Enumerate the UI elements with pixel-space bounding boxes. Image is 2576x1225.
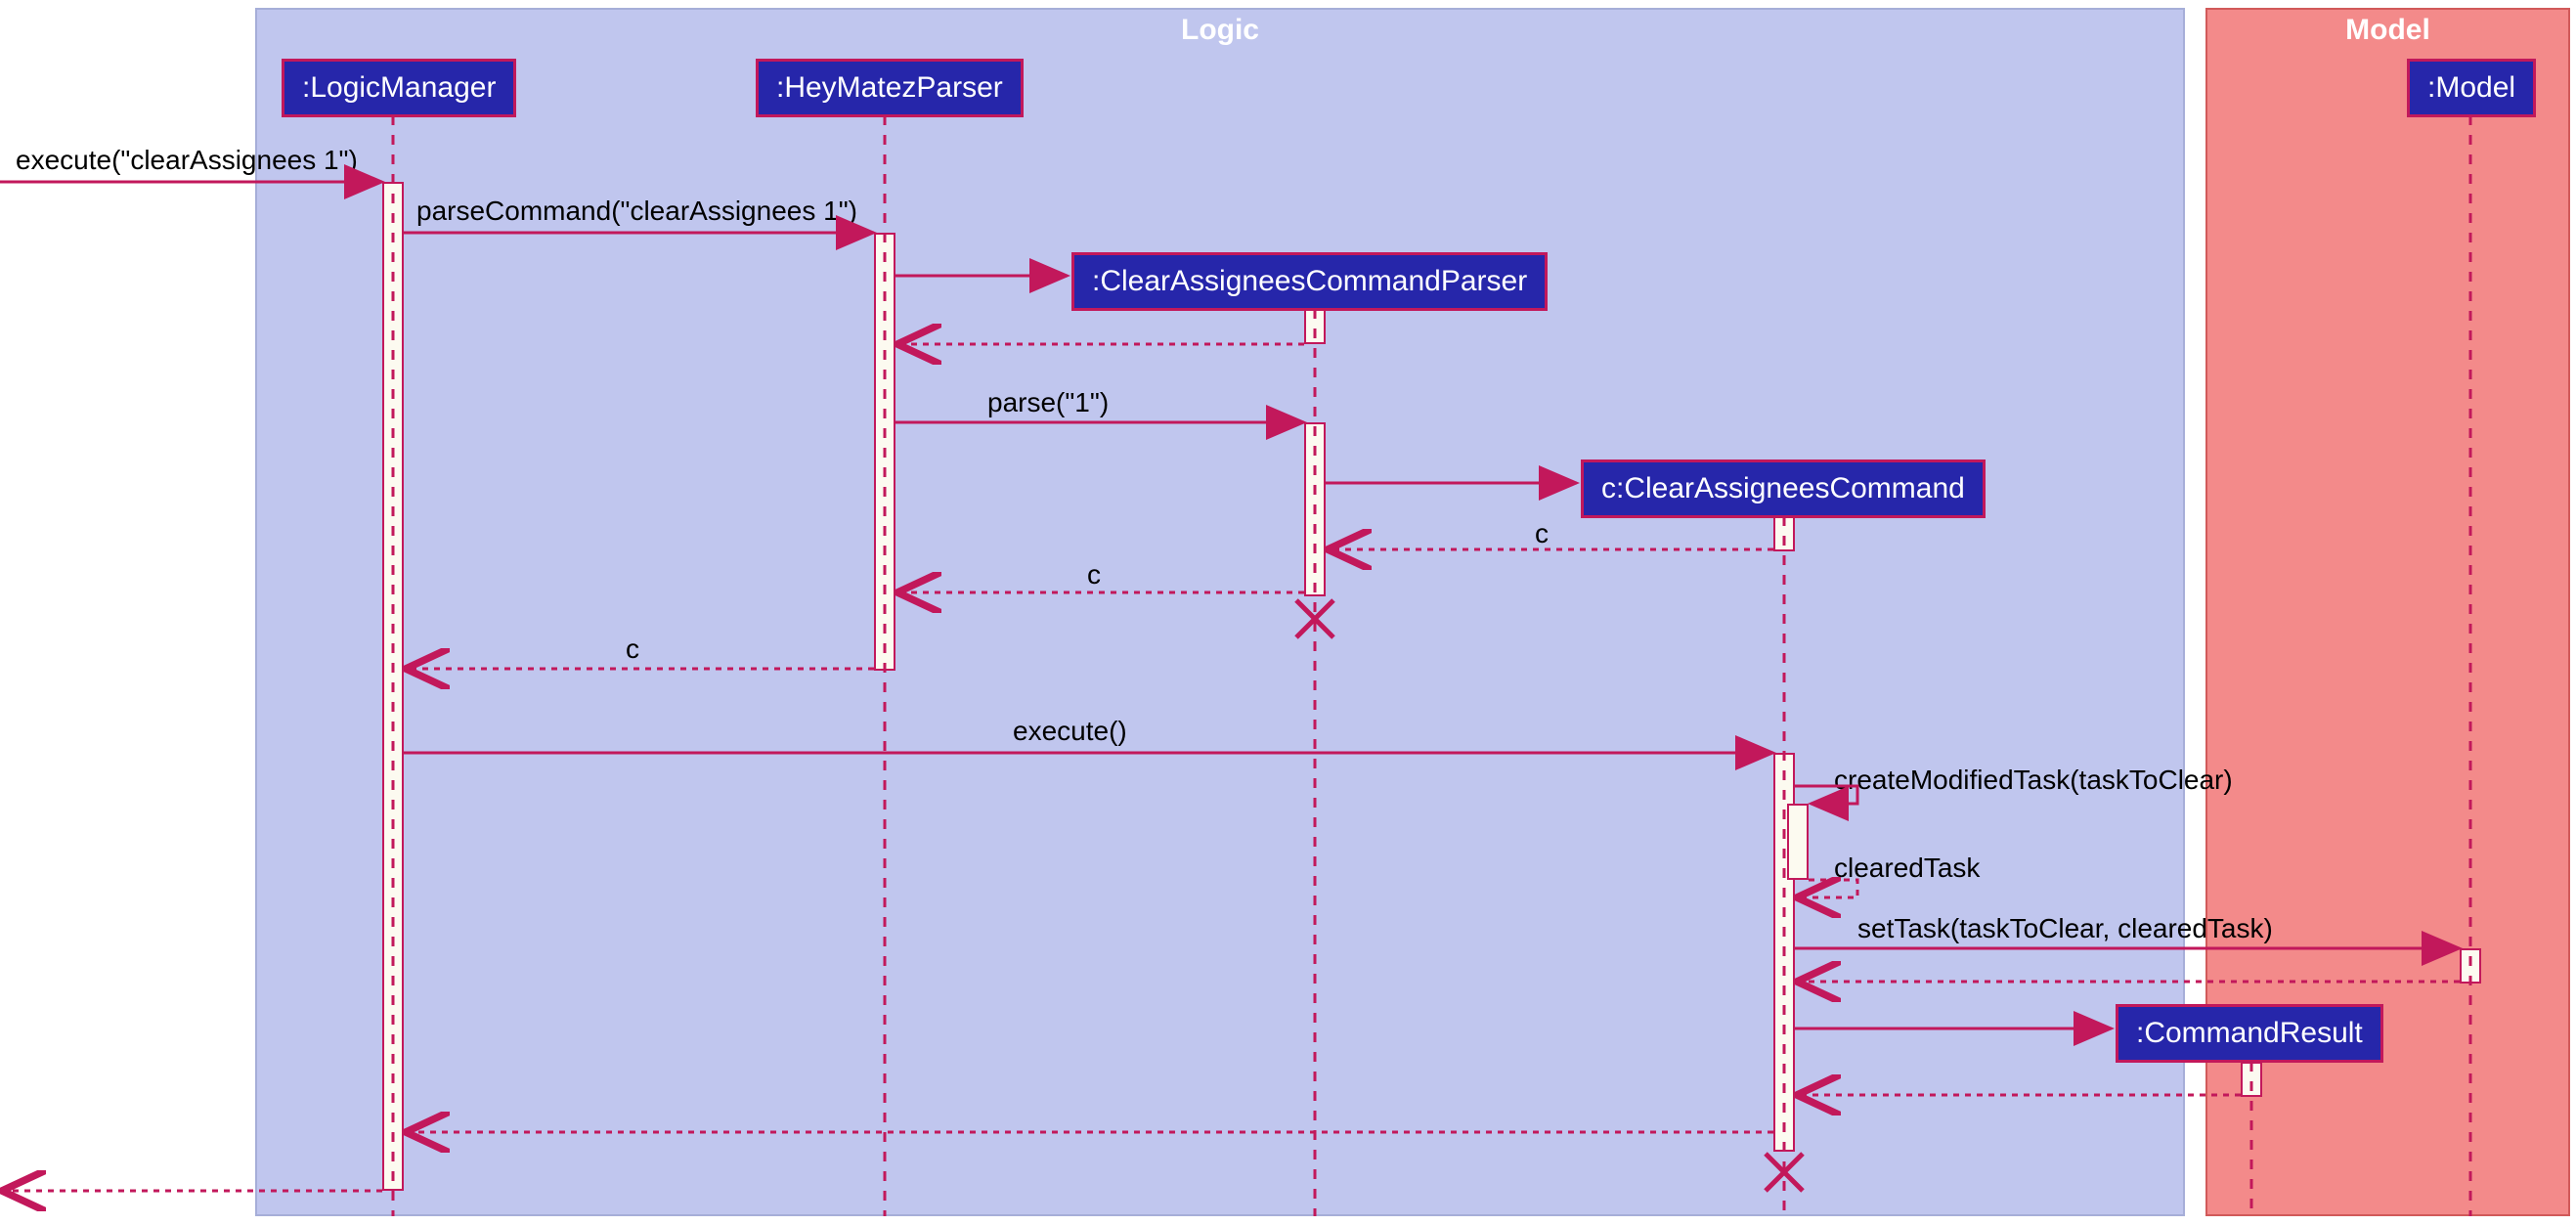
participant-logic-manager: :LogicManager	[282, 59, 516, 117]
participant-label: :CommandResult	[2136, 1017, 2363, 1049]
participant-command-result: :CommandResult	[2116, 1004, 2383, 1063]
activation-clear-parser-1	[1304, 309, 1326, 344]
participant-clear-assignees-command: c:ClearAssigneesCommand	[1581, 459, 1986, 518]
msg-return-c-1: c	[1535, 518, 1549, 549]
participant-label: :ClearAssigneesCommandParser	[1092, 265, 1527, 297]
msg-parse-command: parseCommand("clearAssignees 1")	[416, 196, 857, 227]
frame-logic: Logic	[255, 8, 2185, 1216]
msg-parse-1: parse("1")	[987, 387, 1109, 418]
participant-label: c:ClearAssigneesCommand	[1601, 472, 1965, 504]
msg-create-modified: createModifiedTask(taskToClear)	[1834, 765, 2233, 796]
participant-label: :Model	[2427, 71, 2515, 104]
frame-model-title: Model	[2345, 14, 2430, 47]
activation-heymatez-parser	[874, 233, 895, 671]
msg-execute: execute()	[1013, 716, 1127, 747]
activation-clear-parser-2	[1304, 422, 1326, 596]
participant-clear-assignees-parser: :ClearAssigneesCommandParser	[1071, 252, 1548, 311]
msg-execute-in: execute("clearAssignees 1")	[16, 145, 358, 176]
participant-model: :Model	[2407, 59, 2536, 117]
activation-logic-manager	[382, 182, 404, 1191]
msg-return-c-2: c	[1087, 559, 1101, 591]
msg-cleared-task: clearedTask	[1834, 853, 1980, 884]
activation-clear-cmd-self	[1787, 804, 1809, 880]
sequence-diagram: Logic Model :LogicManager :HeyMatezParse…	[0, 0, 2576, 1225]
activation-command-result	[2241, 1062, 2262, 1097]
participant-heymatez-parser: :HeyMatezParser	[756, 59, 1024, 117]
frame-logic-title: Logic	[1181, 14, 1259, 47]
msg-return-c-3: c	[626, 634, 639, 665]
activation-clear-cmd-1	[1773, 516, 1795, 551]
participant-label: :LogicManager	[302, 71, 496, 104]
participant-label: :HeyMatezParser	[776, 71, 1003, 104]
activation-model	[2460, 948, 2481, 984]
msg-set-task: setTask(taskToClear, clearedTask)	[1857, 913, 2273, 944]
